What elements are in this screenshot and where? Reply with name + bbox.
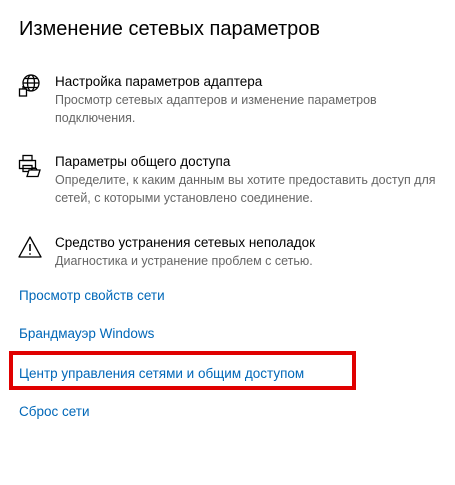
adapter-globe-icon: [17, 73, 43, 99]
sharing-options-title[interactable]: Параметры общего доступа: [55, 153, 447, 171]
network-properties-link[interactable]: Просмотр свойств сети: [19, 287, 165, 305]
firewall-link[interactable]: Брандмауэр Windows: [19, 325, 154, 343]
highlight-box: [9, 351, 356, 390]
troubleshooter-title[interactable]: Средство устранения сетевых неполадок: [55, 234, 447, 252]
troubleshooter-option[interactable]: Средство устранения сетевых неполадок Ди…: [17, 234, 447, 270]
section-title: Изменение сетевых параметров: [19, 18, 320, 40]
adapter-settings-title[interactable]: Настройка параметров адаптера: [55, 73, 447, 91]
sharing-options-option[interactable]: Параметры общего доступа Определите, к к…: [17, 153, 447, 207]
warning-triangle-icon: [17, 234, 43, 260]
sharing-options-description: Определите, к каким данным вы хотите пре…: [55, 173, 436, 205]
adapter-settings-description: Просмотр сетевых адаптеров и изменение п…: [55, 93, 377, 125]
network-reset-link[interactable]: Сброс сети: [19, 403, 90, 421]
sharing-printer-icon: [17, 153, 43, 179]
troubleshooter-description: Диагностика и устранение проблем с сетью…: [55, 254, 313, 268]
adapter-settings-option[interactable]: Настройка параметров адаптера Просмотр с…: [17, 73, 447, 127]
